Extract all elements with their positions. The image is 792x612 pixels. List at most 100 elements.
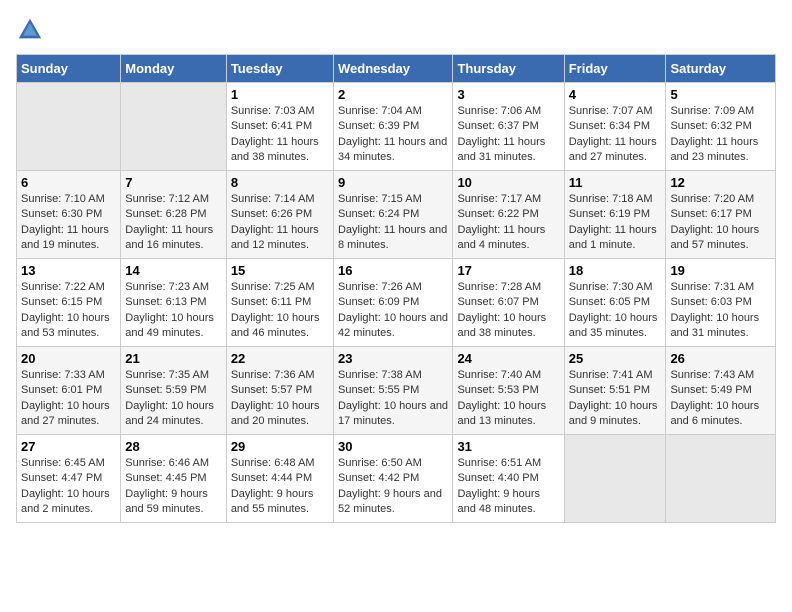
calendar-cell: 24Sunrise: 7:40 AMSunset: 5:53 PMDayligh… bbox=[453, 347, 564, 435]
calendar-cell: 27Sunrise: 6:45 AMSunset: 4:47 PMDayligh… bbox=[17, 435, 121, 523]
day-number: 3 bbox=[457, 87, 559, 102]
col-header-sunday: Sunday bbox=[17, 55, 121, 83]
day-number: 27 bbox=[21, 439, 116, 454]
calendar-cell: 1 Sunrise: 7:03 AMSunset: 6:41 PMDaylight… bbox=[226, 83, 333, 171]
calendar-cell: 16Sunrise: 7:26 AMSunset: 6:09 PMDayligh… bbox=[333, 259, 452, 347]
calendar-cell: 26 Sunrise: 7:43 AMSunset: 5:49 PMDayligh… bbox=[666, 347, 776, 435]
day-info: Sunrise: 7:07 AMSunset: 6:34 PMDaylight:… bbox=[569, 104, 662, 166]
day-info: Sunrise: 7:41 AMSunset: 5:51 PMDaylight:… bbox=[569, 368, 662, 430]
calendar-cell bbox=[121, 83, 227, 171]
col-header-wednesday: Wednesday bbox=[333, 55, 452, 83]
day-number: 5 bbox=[670, 87, 771, 102]
day-info: Sunrise: 6:51 AMSunset: 4:40 PMDaylight:… bbox=[457, 456, 559, 518]
day-number: 7 bbox=[125, 175, 222, 190]
calendar-cell: 25 Sunrise: 7:41 AMSunset: 5:51 PMDayligh… bbox=[564, 347, 666, 435]
day-number: 1 bbox=[231, 87, 329, 102]
calendar-cell: 13Sunrise: 7:22 AMSunset: 6:15 PMDayligh… bbox=[17, 259, 121, 347]
col-header-thursday: Thursday bbox=[453, 55, 564, 83]
calendar-cell: 10 Sunrise: 7:17 AMSunset: 6:22 PMDayligh… bbox=[453, 171, 564, 259]
day-info: Sunrise: 7:18 AMSunset: 6:19 PMDaylight:… bbox=[569, 192, 662, 254]
calendar-cell: 3 Sunrise: 7:06 AMSunset: 6:37 PMDaylight… bbox=[453, 83, 564, 171]
day-info: Sunrise: 7:20 AMSunset: 6:17 PMDaylight:… bbox=[670, 192, 771, 254]
day-info: Sunrise: 7:31 AMSunset: 6:03 PMDaylight:… bbox=[670, 280, 771, 342]
day-info: Sunrise: 7:10 AMSunset: 6:30 PMDaylight:… bbox=[21, 192, 116, 254]
day-info: Sunrise: 7:09 AMSunset: 6:32 PMDaylight:… bbox=[670, 104, 771, 166]
day-info: Sunrise: 7:15 AMSunset: 6:24 PMDaylight:… bbox=[338, 192, 448, 254]
calendar-cell: 30 Sunrise: 6:50 AMSunset: 4:42 PMDayligh… bbox=[333, 435, 452, 523]
calendar-cell bbox=[666, 435, 776, 523]
calendar-cell: 21Sunrise: 7:35 AMSunset: 5:59 PMDayligh… bbox=[121, 347, 227, 435]
calendar-cell: 18 Sunrise: 7:30 AMSunset: 6:05 PMDayligh… bbox=[564, 259, 666, 347]
calendar-week-row: 1 Sunrise: 7:03 AMSunset: 6:41 PMDaylight… bbox=[17, 83, 776, 171]
day-number: 6 bbox=[21, 175, 116, 190]
calendar-cell: 28 Sunrise: 6:46 AMSunset: 4:45 PMDayligh… bbox=[121, 435, 227, 523]
day-info: Sunrise: 7:30 AMSunset: 6:05 PMDaylight:… bbox=[569, 280, 662, 342]
calendar-cell: 22 Sunrise: 7:36 AMSunset: 5:57 PMDayligh… bbox=[226, 347, 333, 435]
day-info: Sunrise: 7:06 AMSunset: 6:37 PMDaylight:… bbox=[457, 104, 559, 166]
day-info: Sunrise: 7:17 AMSunset: 6:22 PMDaylight:… bbox=[457, 192, 559, 254]
calendar-header-row: SundayMondayTuesdayWednesdayThursdayFrid… bbox=[17, 55, 776, 83]
calendar-cell bbox=[564, 435, 666, 523]
calendar-cell: 20 Sunrise: 7:33 AMSunset: 6:01 PMDayligh… bbox=[17, 347, 121, 435]
calendar-cell: 4Sunrise: 7:07 AMSunset: 6:34 PMDaylight… bbox=[564, 83, 666, 171]
col-header-monday: Monday bbox=[121, 55, 227, 83]
day-info: Sunrise: 7:23 AMSunset: 6:13 PMDaylight:… bbox=[125, 280, 222, 342]
calendar-cell: 29 Sunrise: 6:48 AMSunset: 4:44 PMDayligh… bbox=[226, 435, 333, 523]
day-number: 29 bbox=[231, 439, 329, 454]
calendar-cell: 6 Sunrise: 7:10 AMSunset: 6:30 PMDaylight… bbox=[17, 171, 121, 259]
day-info: Sunrise: 7:26 AMSunset: 6:09 PMDaylight:… bbox=[338, 280, 448, 342]
day-info: Sunrise: 7:36 AMSunset: 5:57 PMDaylight:… bbox=[231, 368, 329, 430]
day-number: 26 bbox=[670, 351, 771, 366]
logo bbox=[16, 16, 48, 44]
day-number: 10 bbox=[457, 175, 559, 190]
day-number: 2 bbox=[338, 87, 448, 102]
calendar-week-row: 20 Sunrise: 7:33 AMSunset: 6:01 PMDayligh… bbox=[17, 347, 776, 435]
calendar-cell: 23 Sunrise: 7:38 AMSunset: 5:55 PMDayligh… bbox=[333, 347, 452, 435]
day-number: 18 bbox=[569, 263, 662, 278]
calendar-cell: 11 Sunrise: 7:18 AMSunset: 6:19 PMDayligh… bbox=[564, 171, 666, 259]
calendar-cell: 15 Sunrise: 7:25 AMSunset: 6:11 PMDayligh… bbox=[226, 259, 333, 347]
day-number: 12 bbox=[670, 175, 771, 190]
day-info: Sunrise: 7:25 AMSunset: 6:11 PMDaylight:… bbox=[231, 280, 329, 342]
col-header-saturday: Saturday bbox=[666, 55, 776, 83]
calendar-cell: 12 Sunrise: 7:20 AMSunset: 6:17 PMDayligh… bbox=[666, 171, 776, 259]
day-number: 19 bbox=[670, 263, 771, 278]
day-info: Sunrise: 7:43 AMSunset: 5:49 PMDaylight:… bbox=[670, 368, 771, 430]
calendar-cell: 14Sunrise: 7:23 AMSunset: 6:13 PMDayligh… bbox=[121, 259, 227, 347]
day-info: Sunrise: 7:33 AMSunset: 6:01 PMDaylight:… bbox=[21, 368, 116, 430]
day-number: 28 bbox=[125, 439, 222, 454]
day-number: 17 bbox=[457, 263, 559, 278]
calendar-cell: 9Sunrise: 7:15 AMSunset: 6:24 PMDaylight… bbox=[333, 171, 452, 259]
day-number: 25 bbox=[569, 351, 662, 366]
calendar-cell bbox=[17, 83, 121, 171]
calendar-cell: 8 Sunrise: 7:14 AMSunset: 6:26 PMDaylight… bbox=[226, 171, 333, 259]
day-number: 22 bbox=[231, 351, 329, 366]
day-info: Sunrise: 7:04 AMSunset: 6:39 PMDaylight:… bbox=[338, 104, 448, 166]
calendar-cell: 2 Sunrise: 7:04 AMSunset: 6:39 PMDaylight… bbox=[333, 83, 452, 171]
day-info: Sunrise: 6:50 AMSunset: 4:42 PMDaylight:… bbox=[338, 456, 448, 518]
day-number: 24 bbox=[457, 351, 559, 366]
day-info: Sunrise: 7:14 AMSunset: 6:26 PMDaylight:… bbox=[231, 192, 329, 254]
day-number: 15 bbox=[231, 263, 329, 278]
day-info: Sunrise: 7:12 AMSunset: 6:28 PMDaylight:… bbox=[125, 192, 222, 254]
day-info: Sunrise: 7:35 AMSunset: 5:59 PMDaylight:… bbox=[125, 368, 222, 430]
day-number: 31 bbox=[457, 439, 559, 454]
day-number: 11 bbox=[569, 175, 662, 190]
day-info: Sunrise: 6:46 AMSunset: 4:45 PMDaylight:… bbox=[125, 456, 222, 518]
day-info: Sunrise: 7:28 AMSunset: 6:07 PMDaylight:… bbox=[457, 280, 559, 342]
calendar-cell: 5 Sunrise: 7:09 AMSunset: 6:32 PMDaylight… bbox=[666, 83, 776, 171]
page-header bbox=[16, 16, 776, 44]
calendar-week-row: 13Sunrise: 7:22 AMSunset: 6:15 PMDayligh… bbox=[17, 259, 776, 347]
day-info: Sunrise: 6:48 AMSunset: 4:44 PMDaylight:… bbox=[231, 456, 329, 518]
logo-icon bbox=[16, 16, 44, 44]
calendar-cell: 19 Sunrise: 7:31 AMSunset: 6:03 PMDayligh… bbox=[666, 259, 776, 347]
day-number: 20 bbox=[21, 351, 116, 366]
day-number: 8 bbox=[231, 175, 329, 190]
day-number: 23 bbox=[338, 351, 448, 366]
day-number: 30 bbox=[338, 439, 448, 454]
day-info: Sunrise: 7:38 AMSunset: 5:55 PMDaylight:… bbox=[338, 368, 448, 430]
day-info: Sunrise: 7:03 AMSunset: 6:41 PMDaylight:… bbox=[231, 104, 329, 166]
calendar-week-row: 27Sunrise: 6:45 AMSunset: 4:47 PMDayligh… bbox=[17, 435, 776, 523]
col-header-tuesday: Tuesday bbox=[226, 55, 333, 83]
col-header-friday: Friday bbox=[564, 55, 666, 83]
